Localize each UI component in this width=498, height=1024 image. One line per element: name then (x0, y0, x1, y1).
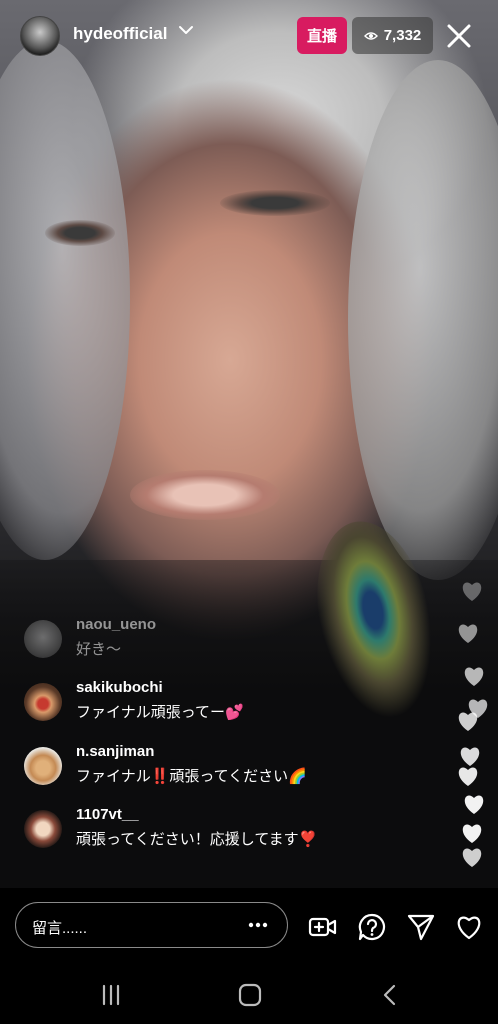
comment-avatar[interactable] (24, 620, 62, 658)
system-navigation-bar (0, 964, 498, 1024)
comment-item: n.sanjiman ファイナル‼️頑張ってください🌈 (24, 743, 354, 789)
floating-heart-icon (464, 667, 484, 686)
heart-icon[interactable] (454, 912, 484, 942)
add-video-icon[interactable] (308, 912, 338, 942)
chevron-down-icon[interactable] (178, 22, 194, 38)
question-icon[interactable] (357, 912, 387, 942)
comment-username[interactable]: sakikubochi (76, 679, 163, 696)
floating-heart-icon (462, 848, 482, 867)
video-mouth (130, 470, 280, 520)
comment-text: ファイナル‼️頑張ってください🌈 (76, 768, 307, 785)
comment-item: sakikubochi ファイナル頑張ってー💕 (24, 679, 354, 725)
floating-heart-icon (462, 582, 482, 601)
comment-username[interactable]: n.sanjiman (76, 743, 154, 760)
comment-avatar[interactable] (24, 810, 62, 848)
eye-icon (363, 31, 378, 40)
floating-heart-icon (462, 824, 482, 843)
home-icon[interactable] (237, 982, 263, 1008)
video-eye-left (45, 220, 115, 246)
comment-avatar[interactable] (24, 683, 62, 721)
floating-heart-icon (458, 624, 478, 643)
comment-item: naou_ueno 好き〜 (24, 616, 354, 662)
live-badge: 直播 (297, 17, 347, 54)
comment-item: 1107vt__ 頑張ってください！応援してます❣️ (24, 806, 354, 852)
floating-heart-icon (458, 712, 478, 731)
floating-heart-icon (460, 747, 480, 766)
back-icon[interactable] (377, 982, 403, 1008)
close-icon[interactable] (444, 21, 474, 51)
send-icon[interactable] (406, 912, 436, 942)
recent-apps-icon[interactable] (98, 982, 124, 1008)
host-avatar[interactable] (20, 16, 60, 56)
viewer-count: 7,332 (383, 27, 422, 44)
comment-input[interactable]: 留言...... (15, 902, 288, 948)
floating-heart-icon (458, 767, 478, 786)
more-options-icon[interactable] (247, 916, 269, 934)
video-eye-right (220, 190, 330, 216)
comment-username[interactable]: naou_ueno (76, 616, 156, 633)
comment-text: 好き〜 (76, 641, 122, 658)
comment-text: 頑張ってください！応援してます❣️ (76, 831, 318, 848)
comment-composer: 留言...... (0, 888, 498, 964)
video-hair-right (348, 60, 498, 580)
comment-username[interactable]: 1107vt__ (76, 806, 139, 823)
comment-text: ファイナル頑張ってー💕 (76, 704, 244, 721)
viewer-count-badge[interactable]: 7,332 (352, 17, 433, 54)
floating-heart-icon (464, 795, 484, 814)
host-username[interactable]: hydeofficial (73, 24, 167, 44)
comment-input-placeholder: 留言...... (32, 920, 88, 937)
live-header: hydeofficial 直播 7,332 (0, 0, 498, 72)
comment-avatar[interactable] (24, 747, 62, 785)
video-hair-left (0, 40, 130, 560)
